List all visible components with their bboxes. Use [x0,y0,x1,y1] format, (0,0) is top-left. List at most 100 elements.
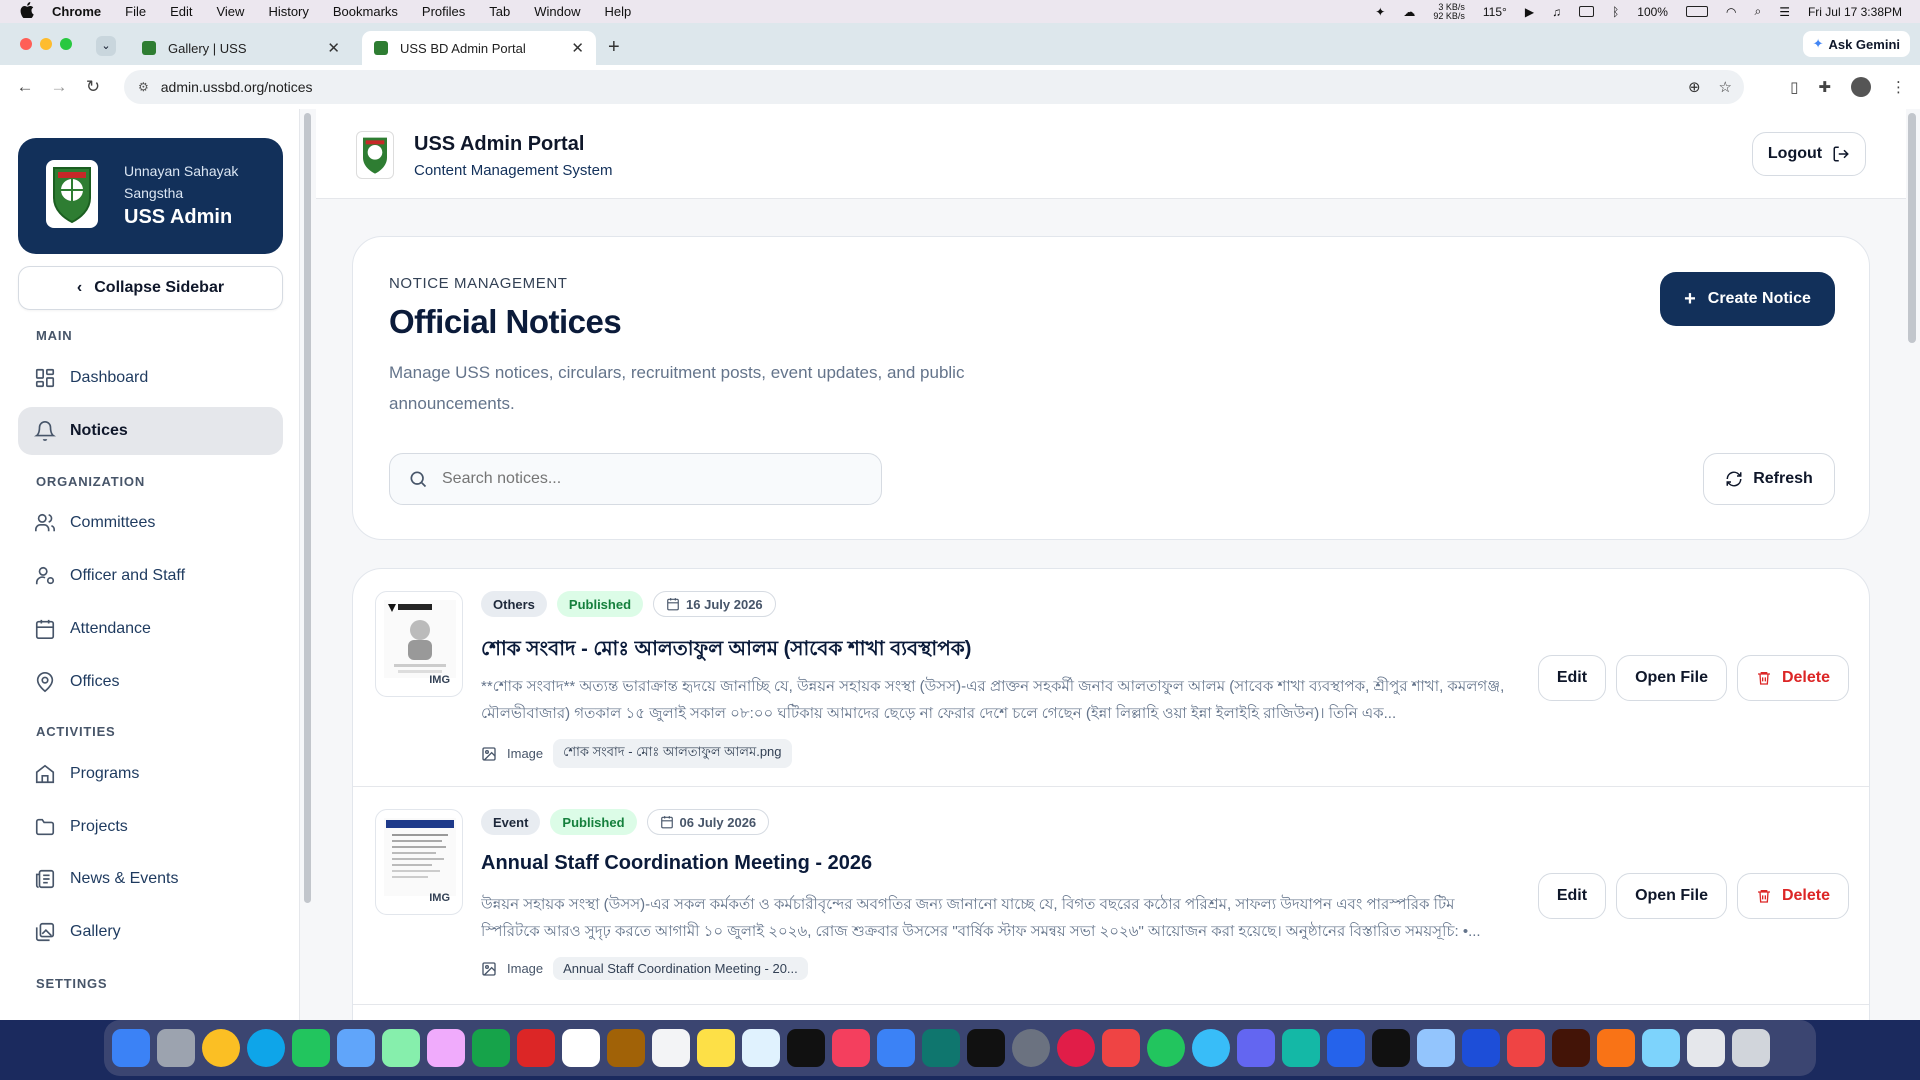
chatgpt-icon[interactable] [1282,1029,1320,1067]
bookmark-star-icon[interactable]: ☆ [1719,78,1732,96]
menu-file[interactable]: File [125,4,146,19]
zoom-window-button[interactable] [60,38,72,50]
folder-icon[interactable] [1642,1029,1680,1067]
launchpad-icon[interactable] [157,1029,195,1067]
chrome-icon[interactable] [202,1029,240,1067]
menu-bookmarks[interactable]: Bookmarks [333,4,398,19]
wifi-icon[interactable]: ◠ [1726,5,1736,19]
tab-admin-portal[interactable]: USS BD Admin Portal ✕ [362,31,596,65]
wps-icon[interactable] [1507,1029,1545,1067]
open-file-button[interactable]: Open File [1616,655,1727,701]
notice-thumbnail[interactable]: IMG [375,809,463,915]
sidebar-brand-card[interactable]: Unnayan Sahayak Sangstha USS Admin [18,138,283,254]
close-tab-icon[interactable]: ✕ [571,39,584,57]
reload-icon[interactable]: ↻ [84,77,102,97]
telegram-icon[interactable] [1192,1029,1230,1067]
delete-button[interactable]: Delete [1736,873,1849,919]
contacts-icon[interactable] [607,1029,645,1067]
sidebar-item-attendance[interactable]: Attendance [18,605,283,653]
quran-app-icon[interactable] [922,1029,960,1067]
microsoft-icon[interactable] [1597,1029,1635,1067]
system-settings-icon[interactable] [1012,1029,1050,1067]
open-file-button[interactable]: Open File [1616,873,1727,919]
tab-search-button[interactable]: ⌄ [96,36,116,56]
menu-view[interactable]: View [216,4,244,19]
address-bar[interactable]: ⚙ admin.ussbd.org/notices ⊕ ☆ [124,70,1744,104]
headphones-icon[interactable]: ♫ [1552,5,1561,19]
sparkle-icon[interactable]: ✦ [1375,5,1385,19]
sidebar-item-news-events[interactable]: News & Events [18,855,283,903]
menu-help[interactable]: Help [605,4,632,19]
terminal-icon[interactable] [967,1029,1005,1067]
photos-icon[interactable] [427,1029,465,1067]
menu-history[interactable]: History [268,4,308,19]
tab-gallery[interactable]: Gallery | USS ✕ [130,31,352,65]
safari-icon[interactable] [247,1029,285,1067]
minimize-window-button[interactable] [40,38,52,50]
battery-icon[interactable] [1685,6,1708,17]
illustrator-icon[interactable] [1552,1029,1590,1067]
menu-edit[interactable]: Edit [170,4,192,19]
control-center-icon[interactable]: ☰ [1779,5,1790,19]
sidebar-item-programs[interactable]: Programs [18,750,283,798]
finder-icon[interactable] [112,1029,150,1067]
trash-icon[interactable] [1732,1029,1770,1067]
menu-app-name[interactable]: Chrome [52,4,101,19]
calendar-app-icon[interactable] [562,1029,600,1067]
sidebar-item-dashboard[interactable]: Dashboard [18,354,283,402]
messages-icon[interactable] [292,1029,330,1067]
search-input[interactable] [442,470,842,488]
freeform-icon[interactable] [742,1029,780,1067]
page-scrollbar[interactable] [1908,113,1916,343]
menu-profiles[interactable]: Profiles [422,4,465,19]
facetime-icon[interactable] [472,1029,510,1067]
whatsapp-icon[interactable] [1147,1029,1185,1067]
sidebar-scrollbar[interactable] [304,113,311,903]
sidebar-item-committees[interactable]: Committees [18,499,283,547]
mail-icon[interactable] [337,1029,375,1067]
collapse-sidebar-button[interactable]: ‹ Collapse Sidebar [18,266,283,310]
play-icon[interactable]: ▶ [1525,5,1534,19]
app-store-icon[interactable] [877,1029,915,1067]
reminders-icon[interactable] [652,1029,690,1067]
antigravity-icon[interactable] [1372,1029,1410,1067]
menu-tab[interactable]: Tab [489,4,510,19]
discord-icon[interactable] [1237,1029,1275,1067]
create-notice-button[interactable]: + Create Notice [1660,272,1835,326]
apple-icon[interactable] [20,2,36,21]
site-info-icon[interactable]: ⚙ [138,80,149,94]
maps-icon[interactable] [382,1029,420,1067]
podcast-player-icon[interactable] [1057,1029,1095,1067]
logout-button[interactable]: Logout [1752,132,1866,176]
youtube-icon[interactable] [1102,1029,1140,1067]
sidebar-item-offices[interactable]: Offices [18,658,283,706]
spotlight-icon[interactable]: ⌕ [1754,4,1761,19]
apple-tv-icon[interactable] [787,1029,825,1067]
back-icon[interactable]: ← [16,77,34,97]
display-icon[interactable] [1579,6,1595,17]
bluetooth-icon[interactable]: ᛒ [1612,5,1619,19]
cloud-icon[interactable]: ☁ [1403,5,1415,19]
extension-doc-icon[interactable]: ▯ [1790,78,1798,96]
files-icon[interactable] [1687,1029,1725,1067]
edit-button[interactable]: Edit [1537,873,1607,919]
photo-booth-icon[interactable] [517,1029,555,1067]
extensions-puzzle-icon[interactable]: ✚ [1818,78,1831,96]
attachment-filename[interactable]: Annual Staff Coordination Meeting - 20..… [553,957,808,980]
sidebar-item-officer-staff[interactable]: Officer and Staff [18,552,283,600]
new-tab-button[interactable]: + [608,36,620,59]
sidebar-item-gallery[interactable]: Gallery [18,908,283,956]
forward-icon[interactable]: → [50,77,68,97]
profile-avatar[interactable] [1851,77,1871,97]
sidebar-item-projects[interactable]: Projects [18,803,283,851]
word-icon[interactable] [1462,1029,1500,1067]
music-icon[interactable] [832,1029,870,1067]
zoom-icon[interactable]: ⊕ [1688,78,1701,96]
menu-window[interactable]: Window [534,4,580,19]
ask-gemini-button[interactable]: ✦ Ask Gemini [1802,31,1910,57]
notes-icon[interactable] [697,1029,735,1067]
edit-button[interactable]: Edit [1537,655,1607,701]
chrome-menu-icon[interactable]: ⋮ [1891,78,1906,96]
delete-button[interactable]: Delete [1736,655,1849,701]
sidebar-item-notices[interactable]: Notices [18,407,283,455]
